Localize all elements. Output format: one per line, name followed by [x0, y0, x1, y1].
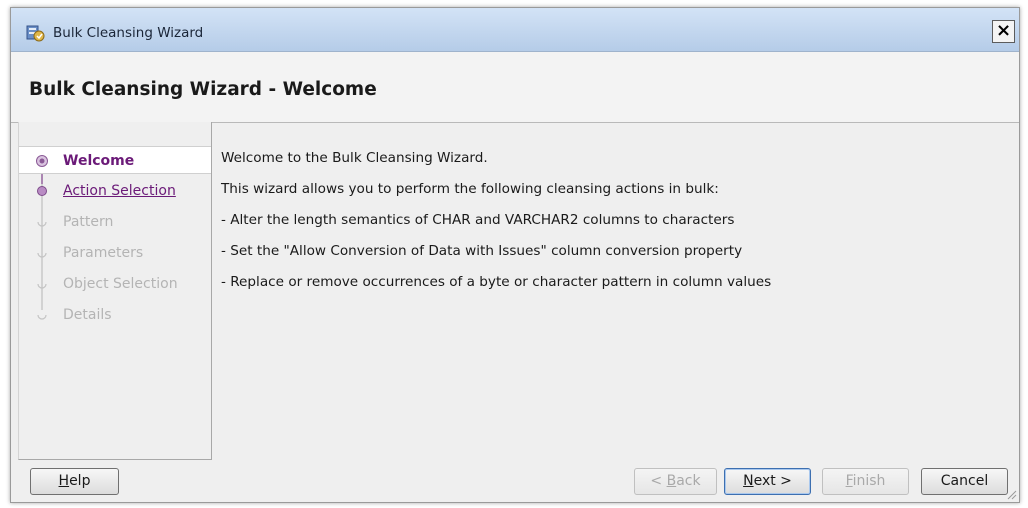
button-label: ack [676, 473, 701, 489]
next-button[interactable]: Next > [724, 468, 811, 495]
close-button[interactable]: × [992, 20, 1015, 43]
finish-button: Finish [822, 468, 909, 495]
welcome-content: Welcome to the Bulk Cleansing Wizard. Th… [221, 148, 1001, 303]
button-label: < [650, 473, 667, 489]
title-bar: Bulk Cleansing Wizard × [11, 8, 1019, 52]
wizard-steps-nav: Welcome Action Selection Pattern Paramet… [18, 122, 212, 460]
mnemonic: H [58, 473, 70, 489]
step-details: Details [19, 301, 211, 329]
description-line: This wizard allows you to perform the fo… [221, 181, 719, 197]
welcome-line: Welcome to the Bulk Cleansing Wizard. [221, 150, 488, 166]
resize-grip-icon[interactable] [1005, 488, 1017, 500]
window-title: Bulk Cleansing Wizard [53, 25, 204, 41]
step-label: Details [63, 307, 112, 323]
page-title: Bulk Cleansing Wizard - Welcome [29, 79, 377, 100]
step-node-icon [37, 221, 47, 227]
step-node-icon [37, 252, 47, 258]
mnemonic: N [743, 473, 754, 489]
action-item: - Replace or remove occurrences of a byt… [221, 274, 772, 290]
step-label: Welcome [63, 153, 135, 169]
wizard-app-icon [26, 25, 45, 42]
cancel-button[interactable]: Cancel [921, 468, 1008, 495]
button-label: ext > [753, 473, 792, 489]
wizard-header: Bulk Cleansing Wizard - Welcome [11, 52, 1019, 123]
step-action-selection[interactable]: Action Selection [19, 177, 211, 205]
help-button[interactable]: Help [30, 468, 119, 495]
step-object-selection: Object Selection [19, 270, 211, 298]
step-label: Object Selection [63, 276, 178, 292]
button-label: inish [852, 473, 886, 489]
mnemonic: B [666, 473, 677, 489]
step-node-icon [37, 283, 47, 289]
back-button: < Back [634, 468, 717, 495]
step-node-icon [36, 155, 48, 167]
action-item: - Set the "Allow Conversion of Data with… [221, 243, 743, 259]
step-parameters: Parameters [19, 239, 211, 267]
close-icon: × [995, 20, 1012, 41]
step-pattern: Pattern [19, 208, 211, 236]
button-label: elp [69, 473, 91, 489]
step-welcome[interactable]: Welcome [19, 146, 211, 174]
mnemonic: F [845, 473, 853, 489]
step-node-icon [37, 186, 47, 196]
wizard-dialog: Bulk Cleansing Wizard × Bulk Cleansing W… [10, 7, 1020, 503]
step-label: Pattern [63, 214, 114, 230]
action-item: - Alter the length semantics of CHAR and… [221, 212, 735, 228]
step-node-icon [37, 314, 47, 320]
step-label: Parameters [63, 245, 144, 261]
step-label: Action Selection [63, 183, 176, 199]
